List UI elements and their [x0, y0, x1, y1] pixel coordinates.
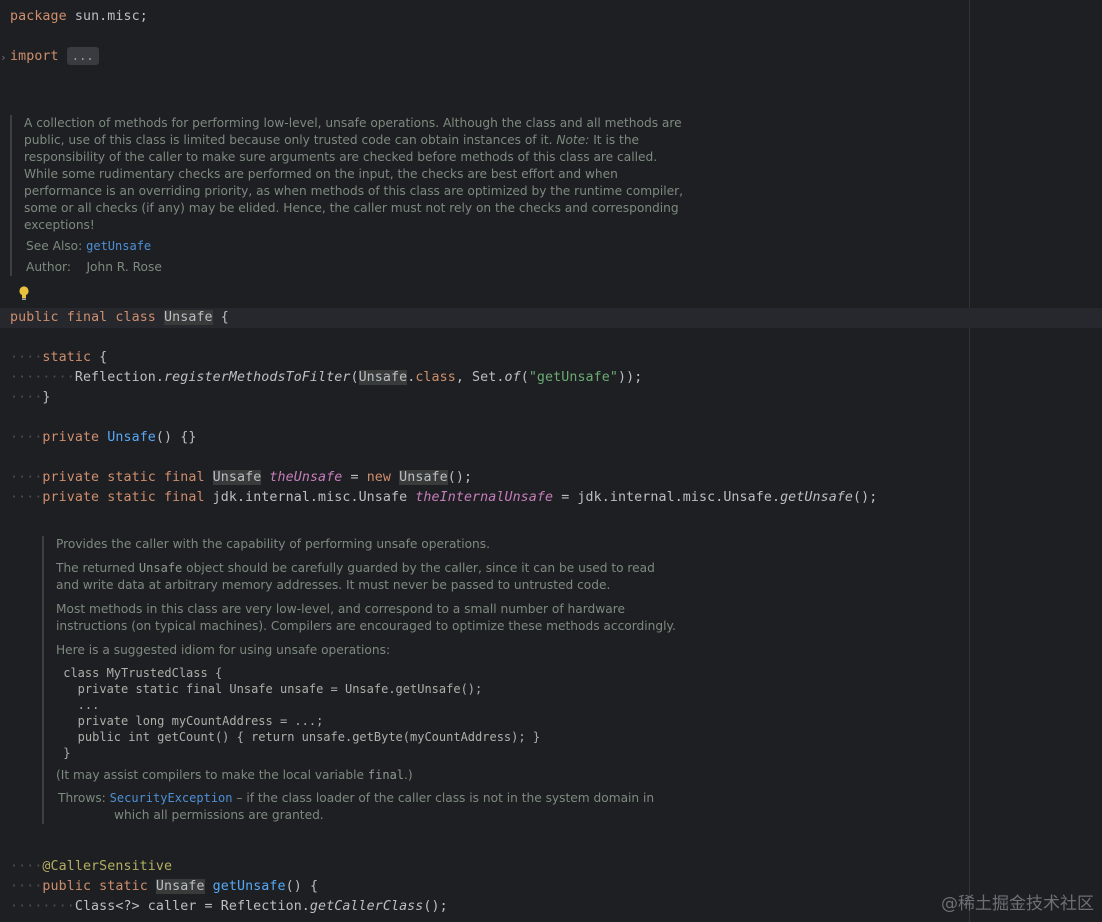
class-doc-comment: A collection of methods for performing l… [10, 115, 684, 276]
method-doc-comment: Provides the caller with the capability … [42, 536, 676, 824]
folded-imports-button[interactable]: ... [66, 47, 99, 65]
code-line-ctor[interactable]: ····private Unsafe() {} [10, 428, 196, 448]
code-line-annotation[interactable]: ····@CallerSensitive [10, 857, 172, 877]
code-line-field-theunsafe[interactable]: ····private static final Unsafe theUnsaf… [10, 468, 472, 488]
keyword: package [10, 9, 67, 24]
doc-code-sample: class MyTrustedClass { private static fi… [63, 666, 541, 760]
throws-link[interactable]: SecurityException [110, 791, 233, 805]
class-name: Unsafe [164, 310, 213, 325]
see-also-link[interactable]: getUnsafe [86, 239, 151, 253]
throws-row: Throws: SecurityException – if the class… [58, 791, 655, 822]
doc-paragraph: A collection of methods for performing l… [24, 116, 683, 232]
see-also-row: See Also: getUnsafe [26, 239, 152, 253]
code-line-package[interactable]: package sun.misc; [10, 7, 148, 27]
code-editor[interactable]: package sun.misc; › import ... A collect… [0, 0, 1102, 922]
code-line-field-internal[interactable]: ····private static final jdk.internal.mi… [10, 488, 877, 508]
code-line-register[interactable]: ········Reflection.registerMethodsToFilt… [10, 368, 642, 388]
code-line-caller[interactable]: ········Class<?> caller = Reflection.get… [10, 897, 448, 917]
chevron-right-icon[interactable]: › [0, 51, 7, 64]
right-margin-guide [969, 0, 970, 922]
watermark: @稀土掘金技术社区 [941, 894, 1094, 914]
code-line-import[interactable]: import ... [10, 47, 99, 67]
lightbulb-icon[interactable] [17, 285, 31, 303]
keyword: import [10, 49, 59, 64]
code-line-static[interactable]: ····static { [10, 348, 107, 368]
code-line-static-close[interactable]: ····} [10, 388, 51, 408]
code-line-class-decl[interactable]: public final class Unsafe { [10, 308, 229, 328]
author-row: Author: John R. Rose [26, 260, 162, 274]
package-name: sun.misc; [66, 9, 148, 24]
code-line-method-decl[interactable]: ····public static Unsafe getUnsafe() { [10, 877, 318, 897]
